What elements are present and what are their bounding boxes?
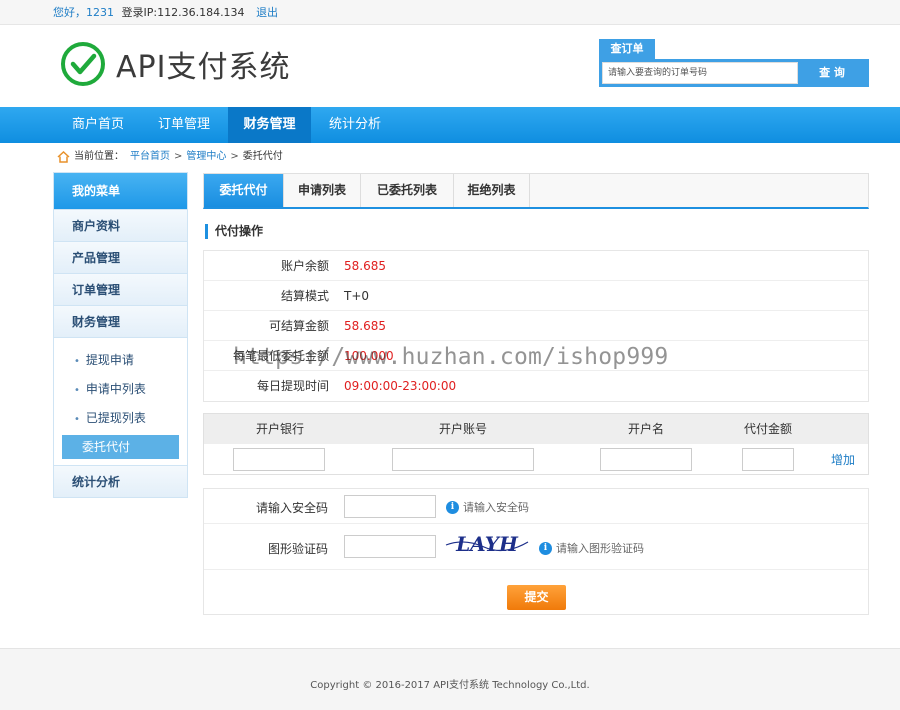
sidebar: 我的菜单 商户资料 产品管理 订单管理 财务管理 • 提现申请 • 申请中列表 • 已…	[53, 172, 188, 498]
order-search-tab[interactable]: 查订单	[599, 39, 655, 59]
sidebar-subitem-label: 提现申请	[85, 353, 134, 367]
bank-table-header: 开户银行 开户账号 开户名 代付金额	[204, 414, 868, 444]
tab-delegated-payment[interactable]: 委托代付	[204, 174, 284, 207]
account-info-table: 账户余额 58.685 结算模式 T+0 可结算金额 58.685 每笔最低委托…	[203, 250, 869, 402]
captcha-row: 图形验证码 LAYH i 请输入图形验证码	[204, 524, 868, 570]
submit-button[interactable]: 提交	[507, 585, 566, 610]
info-label: 结算模式	[280, 289, 329, 303]
captcha-input[interactable]	[344, 535, 436, 558]
sidebar-subitem-label: 已提现列表	[85, 411, 146, 425]
breadcrumb-prefix: 当前位置：	[74, 151, 124, 162]
check-circle-icon	[61, 42, 105, 86]
sidebar-item-merchant-profile[interactable]: 商户资料	[54, 209, 187, 241]
main-nav: 商户首页 订单管理 财务管理 统计分析	[0, 107, 900, 143]
info-value: 58.685	[344, 259, 386, 273]
sidebar-item-product-management[interactable]: 产品管理	[54, 241, 187, 273]
security-code-input[interactable]	[344, 495, 436, 518]
info-value: 09:00:00-23:00:00	[344, 379, 457, 393]
add-row-link[interactable]: 增加	[831, 451, 855, 468]
info-row-settleable-amount: 可结算金额 58.685	[204, 311, 868, 341]
info-value: T+0	[344, 289, 370, 303]
info-label: 可结算金额	[268, 319, 329, 333]
logo-text: API支付系统	[116, 50, 291, 85]
info-row-withdraw-time: 每日提现时间 09:00:00-23:00:00	[204, 371, 868, 401]
breadcrumb-separator: >	[174, 151, 183, 162]
info-label: 账户余额	[280, 259, 329, 273]
column-header-amount: 代付金额	[744, 422, 793, 436]
home-icon	[57, 151, 70, 163]
logout-link[interactable]: 退出	[256, 6, 278, 19]
security-code-label: 请输入安全码	[255, 501, 328, 515]
account-name-input[interactable]	[600, 448, 692, 471]
sidebar-item-statistics[interactable]: 统计分析	[54, 465, 187, 497]
verification-form: 请输入安全码 i 请输入安全码 图形验证码 LAYH i 请输入图形验证码 提交	[203, 488, 869, 615]
bullet-icon: •	[74, 356, 80, 367]
bank-account-table: 开户银行 开户账号 开户名 代付金额 增加	[203, 413, 869, 475]
info-label: 每日提现时间	[256, 379, 329, 393]
nav-item-finance-management[interactable]: 财务管理	[228, 107, 311, 143]
breadcrumb-item-current: 委托代付	[242, 151, 283, 162]
captcha-label: 图形验证码	[267, 542, 328, 556]
logo[interactable]: API支付系统	[60, 41, 290, 87]
info-icon: i	[539, 541, 552, 555]
captcha-hint: i 请输入图形验证码	[539, 540, 644, 556]
section-title: 代付操作	[205, 224, 263, 239]
sidebar-subitem-withdrawn-list[interactable]: • 已提现列表	[54, 404, 187, 433]
breadcrumb-separator: >	[230, 151, 239, 162]
sidebar-item-finance-management[interactable]: 财务管理	[54, 305, 187, 337]
security-code-hint: i 请输入安全码	[446, 499, 529, 515]
info-label: 每笔最低委托金额	[232, 349, 329, 363]
tab-rejected-list[interactable]: 拒绝列表	[454, 174, 530, 207]
sidebar-subitem-label: 委托代付	[82, 440, 131, 454]
column-header-account: 开户账号	[439, 422, 488, 436]
nav-item-order-management[interactable]: 订单管理	[144, 107, 224, 143]
top-bar: 您好，1231 登录IP:112.36.184.134 退出	[0, 0, 900, 25]
bank-input[interactable]	[233, 448, 325, 471]
sidebar-subitem-label: 申请中列表	[85, 382, 146, 396]
info-row-balance: 账户余额 58.685	[204, 251, 868, 281]
order-search-button[interactable]: 查 询	[798, 62, 866, 84]
sidebar-subitem-pending-list[interactable]: • 申请中列表	[54, 375, 187, 404]
info-row-settlement-mode: 结算模式 T+0	[204, 281, 868, 311]
info-icon: i	[446, 500, 459, 514]
breadcrumb-item-management-center[interactable]: 管理中心	[186, 150, 226, 164]
login-ip-text: 登录IP:112.36.184.134	[121, 6, 245, 19]
order-search-input[interactable]	[602, 62, 798, 84]
column-header-account-name: 开户名	[628, 422, 665, 436]
sidebar-submenu: • 提现申请 • 申请中列表 • 已提现列表 委托代付	[54, 337, 187, 465]
greeting-text: 您好，1231	[53, 6, 114, 19]
nav-item-statistics[interactable]: 统计分析	[315, 107, 395, 143]
header: API支付系统 查订单 查 询	[0, 25, 900, 107]
sidebar-title: 我的菜单	[54, 173, 187, 209]
amount-input[interactable]	[742, 448, 794, 471]
security-code-hint-text: 请输入安全码	[463, 501, 529, 514]
breadcrumb-item-platform-home[interactable]: 平台首页	[130, 150, 170, 164]
nav-item-merchant-home[interactable]: 商户首页	[58, 107, 138, 143]
tab-delegated-list[interactable]: 已委托列表	[361, 174, 454, 207]
content-tabs: 委托代付 申请列表 已委托列表 拒绝列表	[203, 173, 869, 209]
order-search-body: 查 询	[599, 59, 869, 87]
captcha-image[interactable]: LAYH	[444, 530, 530, 558]
info-value: 100.000	[344, 349, 394, 363]
bullet-icon: •	[74, 414, 80, 425]
sidebar-item-order-management[interactable]: 订单管理	[54, 273, 187, 305]
column-header-bank: 开户银行	[256, 422, 305, 436]
breadcrumb: 当前位置： 平台首页 > 管理中心 > 委托代付	[57, 150, 283, 164]
bullet-icon: •	[74, 385, 80, 396]
captcha-text: LAYH	[455, 532, 519, 556]
order-search-box: 查订单 查 询	[599, 39, 869, 87]
captcha-hint-text: 请输入图形验证码	[556, 542, 644, 555]
copyright-text: Copyright © 2016-2017 API支付系统 Technology…	[310, 680, 590, 691]
account-number-input[interactable]	[392, 448, 534, 471]
sidebar-subitem-delegated-payment[interactable]: 委托代付	[62, 435, 179, 459]
footer: Copyright © 2016-2017 API支付系统 Technology…	[0, 648, 900, 710]
info-value: 58.685	[344, 319, 386, 333]
info-row-min-amount: 每笔最低委托金额 100.000	[204, 341, 868, 371]
security-code-row: 请输入安全码 i 请输入安全码	[204, 489, 868, 524]
tab-application-list[interactable]: 申请列表	[284, 174, 361, 207]
sidebar-subitem-withdraw-request[interactable]: • 提现申请	[54, 346, 187, 375]
